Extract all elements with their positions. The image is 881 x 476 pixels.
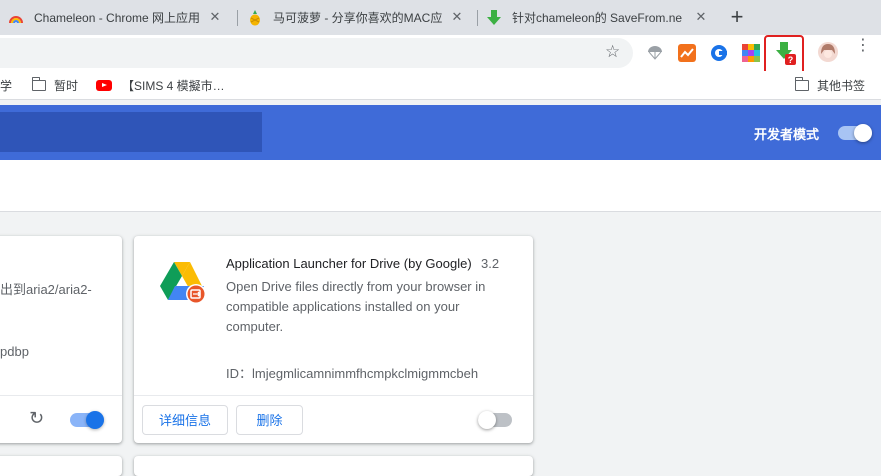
bookmark-item[interactable]: 学 (0, 77, 12, 94)
extension-id: pdbp (0, 344, 29, 359)
extension-enable-toggle[interactable] (478, 411, 512, 429)
address-bar[interactable] (0, 38, 633, 68)
extension-name: Application Launcher for Drive (by Googl… (226, 256, 472, 271)
extension-card-partial (0, 456, 122, 476)
savefrom-icon (486, 9, 502, 26)
tab-title: 针对chameleon的 SaveFrom.ne (512, 11, 683, 25)
close-icon[interactable]: ✕ (450, 10, 464, 24)
toolbar: ☆ ? ⋮ (0, 35, 881, 71)
chart-icon[interactable] (678, 44, 696, 62)
bookmark-label: 学 (0, 79, 13, 93)
tab-title: 马可菠萝 - 分享你喜欢的MAC应 (273, 11, 443, 25)
details-button[interactable]: 详细信息 (142, 405, 228, 435)
extension-description: Open Drive files directly from your brow… (226, 279, 486, 334)
extensions-header: 开发者模式 (0, 105, 881, 160)
folder-icon (31, 77, 46, 91)
folder-icon (794, 77, 809, 91)
tab-chameleon[interactable]: Chameleon - Chrome 网上应用 ✕ (8, 0, 230, 35)
colorgrid-icon[interactable] (742, 44, 760, 62)
reload-icon[interactable]: ↻ (29, 408, 44, 429)
tab-separator (477, 10, 478, 26)
bookmark-folder-temp[interactable]: 暂时 (31, 77, 79, 94)
tab-title: Chameleon - Chrome 网上应用 (34, 11, 201, 25)
bookmark-star-icon[interactable]: ☆ (605, 43, 620, 60)
close-icon[interactable]: ✕ (694, 10, 708, 24)
extension-id-value: lmjegmlicamnimmfhcmpkclmigmmcbeh (252, 366, 479, 381)
toggle-knob (478, 411, 496, 429)
extension-enable-toggle[interactable] (70, 411, 104, 429)
tab-savefrom[interactable]: 针对chameleon的 SaveFrom.ne ✕ (486, 0, 716, 35)
remove-button[interactable]: 删除 (236, 405, 303, 435)
bookmarks-bar: 学 暂时 【SIMS 4 模擬市… 其他书签 (0, 71, 881, 100)
extension-id-row: ID：lmjegmlicamnimmfhcmpkclmigmmcbeh (226, 363, 478, 382)
developer-mode-label: 开发者模式 (754, 127, 820, 142)
extension-description: 出到aria2/aria2- (0, 282, 92, 297)
developer-mode-toggle[interactable] (838, 124, 872, 142)
bookmark-youtube[interactable]: 【SIMS 4 模擬市… (96, 77, 225, 94)
extension-id-label: ID： (226, 366, 253, 381)
card-divider (0, 395, 122, 396)
bookmark-label: 其他书签 (817, 79, 866, 93)
pineapple-icon (247, 9, 263, 26)
avatar-icon[interactable] (818, 42, 838, 62)
extension-card-drive-launcher: Application Launcher for Drive (by Googl… (134, 236, 533, 443)
bookmark-label: 【SIMS 4 模擬市… (122, 79, 225, 93)
extension-card-aria2: 出到aria2/aria2- pdbp ↻ (0, 236, 122, 443)
rainbow-icon (8, 10, 24, 26)
chrome-menu-icon[interactable]: ⋮ (855, 38, 871, 54)
extension-card-partial (134, 456, 533, 476)
extensions-toolbar-row (0, 160, 881, 212)
bookmark-other[interactable]: 其他书签 (794, 77, 866, 94)
youtube-icon (96, 80, 112, 91)
tab-strip: Chameleon - Chrome 网上应用 ✕ 马可菠萝 - 分享你喜欢的M… (0, 0, 881, 35)
google-drive-icon (160, 259, 208, 307)
search-area-redacted (0, 112, 262, 152)
card-divider (134, 395, 533, 396)
toggle-knob (854, 124, 872, 142)
toggle-knob (86, 411, 104, 429)
tab-separator (237, 10, 238, 26)
extension-version: 3.2 (481, 256, 500, 271)
savefrom-highlight-box (764, 35, 804, 76)
close-icon[interactable]: ✕ (208, 10, 222, 24)
tab-macbl[interactable]: 马可菠萝 - 分享你喜欢的MAC应 ✕ (247, 0, 472, 35)
bookmark-label: 暂时 (54, 79, 79, 93)
parachute-icon[interactable] (646, 44, 664, 62)
new-tab-button[interactable]: + (727, 6, 747, 28)
edge-icon[interactable] (710, 44, 728, 62)
